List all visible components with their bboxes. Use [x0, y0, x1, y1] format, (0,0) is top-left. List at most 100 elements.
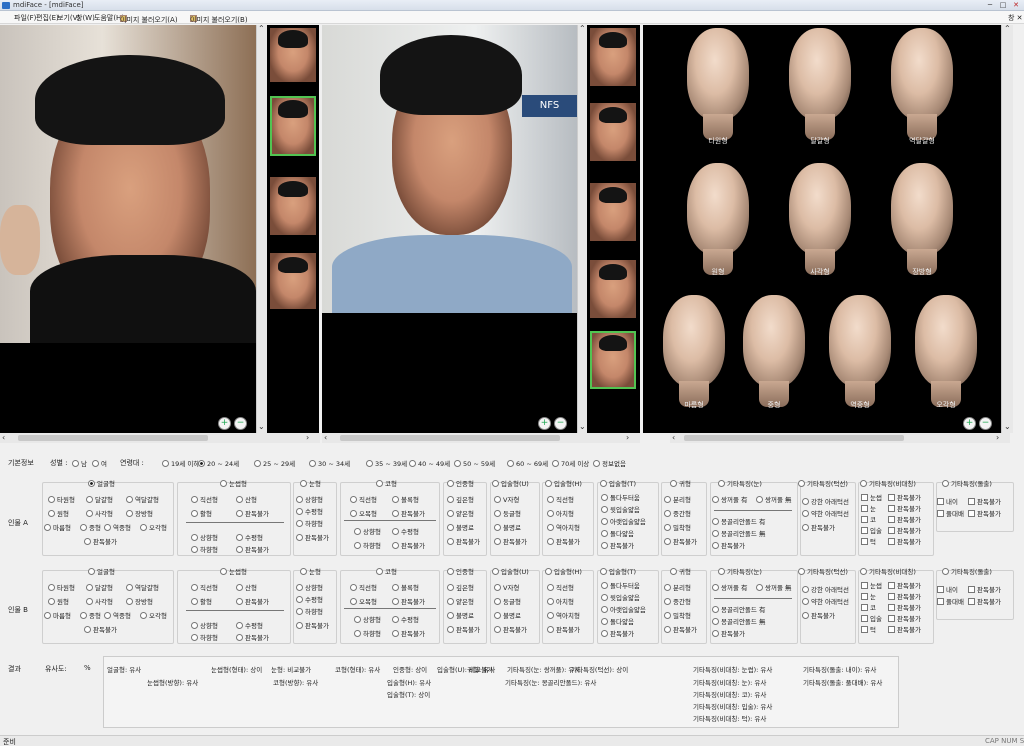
eye-radio[interactable]: 하향형 — [296, 606, 323, 616]
asym-na-checkbox[interactable]: 판독불가 — [888, 514, 921, 524]
other-eye-radio[interactable]: 쌍꺼풀 無 — [756, 494, 792, 504]
asym-na-checkbox[interactable]: 판독불가 — [888, 492, 921, 502]
face-shape-radio[interactable]: 역중형 — [104, 610, 131, 620]
lip-u-radio[interactable]: 불명료 — [494, 610, 521, 620]
nose-title-radio[interactable]: 코형 — [376, 478, 397, 488]
philtrum-radio[interactable]: 얕은형 — [447, 508, 474, 518]
other-chin-radio[interactable]: 약한 아래턱선 — [802, 596, 849, 606]
philtrum-radio[interactable]: 판독불가 — [447, 536, 480, 546]
eyebrow-radio[interactable]: 하향형 — [191, 632, 218, 642]
lip-u-radio[interactable]: 불명료 — [494, 522, 521, 532]
face-shape-radio[interactable]: 역중형 — [104, 522, 131, 532]
nose-radio[interactable]: 판독불가 — [392, 508, 425, 518]
person-a-hscroll[interactable]: ‹ › — [0, 433, 320, 443]
lip-t-title-radio[interactable]: 입술형(T) — [600, 478, 636, 488]
face-model[interactable] — [789, 28, 851, 140]
eye-radio[interactable]: 상향형 — [296, 494, 323, 504]
bump-na-checkbox[interactable]: 판독불가 — [968, 508, 1001, 518]
nose-radio[interactable]: 수평형 — [392, 614, 419, 624]
age-radio[interactable]: 40 ~ 49세 — [409, 458, 450, 468]
lip-h-radio[interactable]: 직선형 — [547, 582, 574, 592]
other-eye-radio[interactable]: 쌍꺼풀 有 — [712, 582, 748, 592]
other-bump-title-radio[interactable]: 기타특징(돌출) — [942, 478, 992, 488]
scroll-right-icon[interactable]: › — [306, 434, 309, 442]
other-eye-radio[interactable]: 판독불가 — [712, 628, 745, 638]
lip-t-radio[interactable]: 판독불가 — [601, 628, 634, 638]
age-radio[interactable]: 정보없음 — [593, 458, 626, 468]
asym-checkbox[interactable]: 입술 — [861, 613, 882, 623]
nose-title-radio[interactable]: 코형 — [376, 566, 397, 576]
person-b-hscroll[interactable]: ‹ › — [322, 433, 640, 443]
scroll-thumb[interactable] — [340, 435, 560, 441]
asym-na-checkbox[interactable]: 판독불가 — [888, 602, 921, 612]
lip-t-title-radio[interactable]: 입술형(T) — [600, 566, 636, 576]
age-radio[interactable]: 60 ~ 69세 — [507, 458, 548, 468]
philtrum-radio[interactable]: 판독불가 — [447, 624, 480, 634]
eyebrow-radio[interactable]: 상향형 — [191, 620, 218, 630]
ear-radio[interactable]: 중간형 — [664, 508, 691, 518]
eyebrow-radio[interactable]: 판독불가 — [236, 596, 269, 606]
menu-window[interactable]: 창(W) — [76, 13, 95, 23]
face-shape-radio[interactable]: 역달걀형 — [126, 582, 159, 592]
lip-u-radio[interactable]: V자형 — [494, 582, 519, 592]
other-eye-radio[interactable]: 판독불가 — [712, 540, 745, 550]
sex-female-radio[interactable]: 여 — [92, 458, 107, 468]
eyebrow-radio[interactable]: 판독불가 — [236, 544, 269, 554]
ear-radio[interactable]: 판독불가 — [664, 624, 697, 634]
menu-edit[interactable]: 편집(E) — [36, 13, 59, 23]
eyebrow-radio[interactable]: 활형 — [191, 596, 212, 606]
face-model[interactable] — [891, 28, 953, 140]
lip-t-radio[interactable]: 돌다얇음 — [601, 616, 634, 626]
eyebrow-radio[interactable]: 판독불가 — [236, 632, 269, 642]
eyebrow-title-radio[interactable]: 눈썹형 — [220, 566, 247, 576]
scroll-up-icon[interactable]: ⌃ — [258, 25, 265, 33]
scroll-thumb[interactable] — [18, 435, 208, 441]
lip-u-radio[interactable]: V자형 — [494, 494, 519, 504]
minimize-button[interactable]: ─ — [984, 1, 996, 10]
nose-radio[interactable]: 오목형 — [350, 508, 377, 518]
asym-checkbox[interactable]: 눈 — [861, 503, 876, 513]
thumbnail[interactable] — [590, 183, 636, 241]
ear-radio[interactable]: 판독불가 — [664, 536, 697, 546]
face-model[interactable] — [663, 295, 725, 407]
face-shape-radio[interactable]: 사각형 — [86, 508, 113, 518]
lip-u-radio[interactable]: 둥글형 — [494, 596, 521, 606]
eye-radio[interactable]: 하향형 — [296, 518, 323, 528]
age-radio[interactable]: 19세 이하 — [162, 458, 199, 468]
lip-h-radio[interactable]: 아치형 — [547, 508, 574, 518]
philtrum-radio[interactable]: 불명료 — [447, 610, 474, 620]
panel-close[interactable]: 창 ✕ — [1008, 13, 1023, 23]
other-chin-title-radio[interactable]: 기타특징(턱선) — [798, 566, 848, 576]
asym-checkbox[interactable]: 눈썹 — [861, 580, 882, 590]
face-model[interactable] — [687, 163, 749, 275]
eyebrow-title-radio[interactable]: 눈썹형 — [220, 478, 247, 488]
ear-radio[interactable]: 분리형 — [664, 582, 691, 592]
nose-radio[interactable]: 하향형 — [354, 540, 381, 550]
scroll-left-icon[interactable]: ‹ — [2, 434, 5, 442]
asym-na-checkbox[interactable]: 판독불가 — [888, 503, 921, 513]
nose-radio[interactable]: 볼록형 — [392, 582, 419, 592]
lip-h-title-radio[interactable]: 입술형(H) — [545, 478, 582, 488]
thumbnail[interactable] — [270, 28, 316, 82]
bump-na-checkbox[interactable]: 판독불가 — [968, 584, 1001, 594]
nose-radio[interactable]: 상향형 — [354, 526, 381, 536]
asym-checkbox[interactable]: 코 — [861, 514, 876, 524]
asym-checkbox[interactable]: 눈썹 — [861, 492, 882, 502]
eye-radio[interactable]: 판독불가 — [296, 620, 329, 630]
scroll-down-icon[interactable]: ⌄ — [258, 423, 265, 431]
gallery-vscroll[interactable]: ⌃ ⌄ — [1001, 25, 1013, 433]
philtrum-radio[interactable]: 깊은형 — [447, 494, 474, 504]
nose-radio[interactable]: 볼록형 — [392, 494, 419, 504]
sex-male-radio[interactable]: 남 — [72, 458, 87, 468]
eyebrow-radio[interactable]: 직선형 — [191, 582, 218, 592]
lip-h-radio[interactable]: 역아치형 — [547, 522, 580, 532]
person-a-vscroll[interactable]: ⌃ ⌄ — [256, 25, 267, 433]
scroll-down-icon[interactable]: ⌄ — [579, 423, 586, 431]
eye-radio[interactable]: 상향형 — [296, 582, 323, 592]
eyebrow-radio[interactable]: 수평형 — [236, 532, 263, 542]
other-eye-radio[interactable]: 몽골리안폴드 有 — [712, 604, 765, 614]
asym-na-checkbox[interactable]: 판독불가 — [888, 536, 921, 546]
face-shape-radio[interactable]: 판독불가 — [84, 624, 117, 634]
other-eye-title-radio[interactable]: 기타특징(눈) — [718, 478, 762, 488]
thumbnail-selected[interactable] — [590, 331, 636, 389]
